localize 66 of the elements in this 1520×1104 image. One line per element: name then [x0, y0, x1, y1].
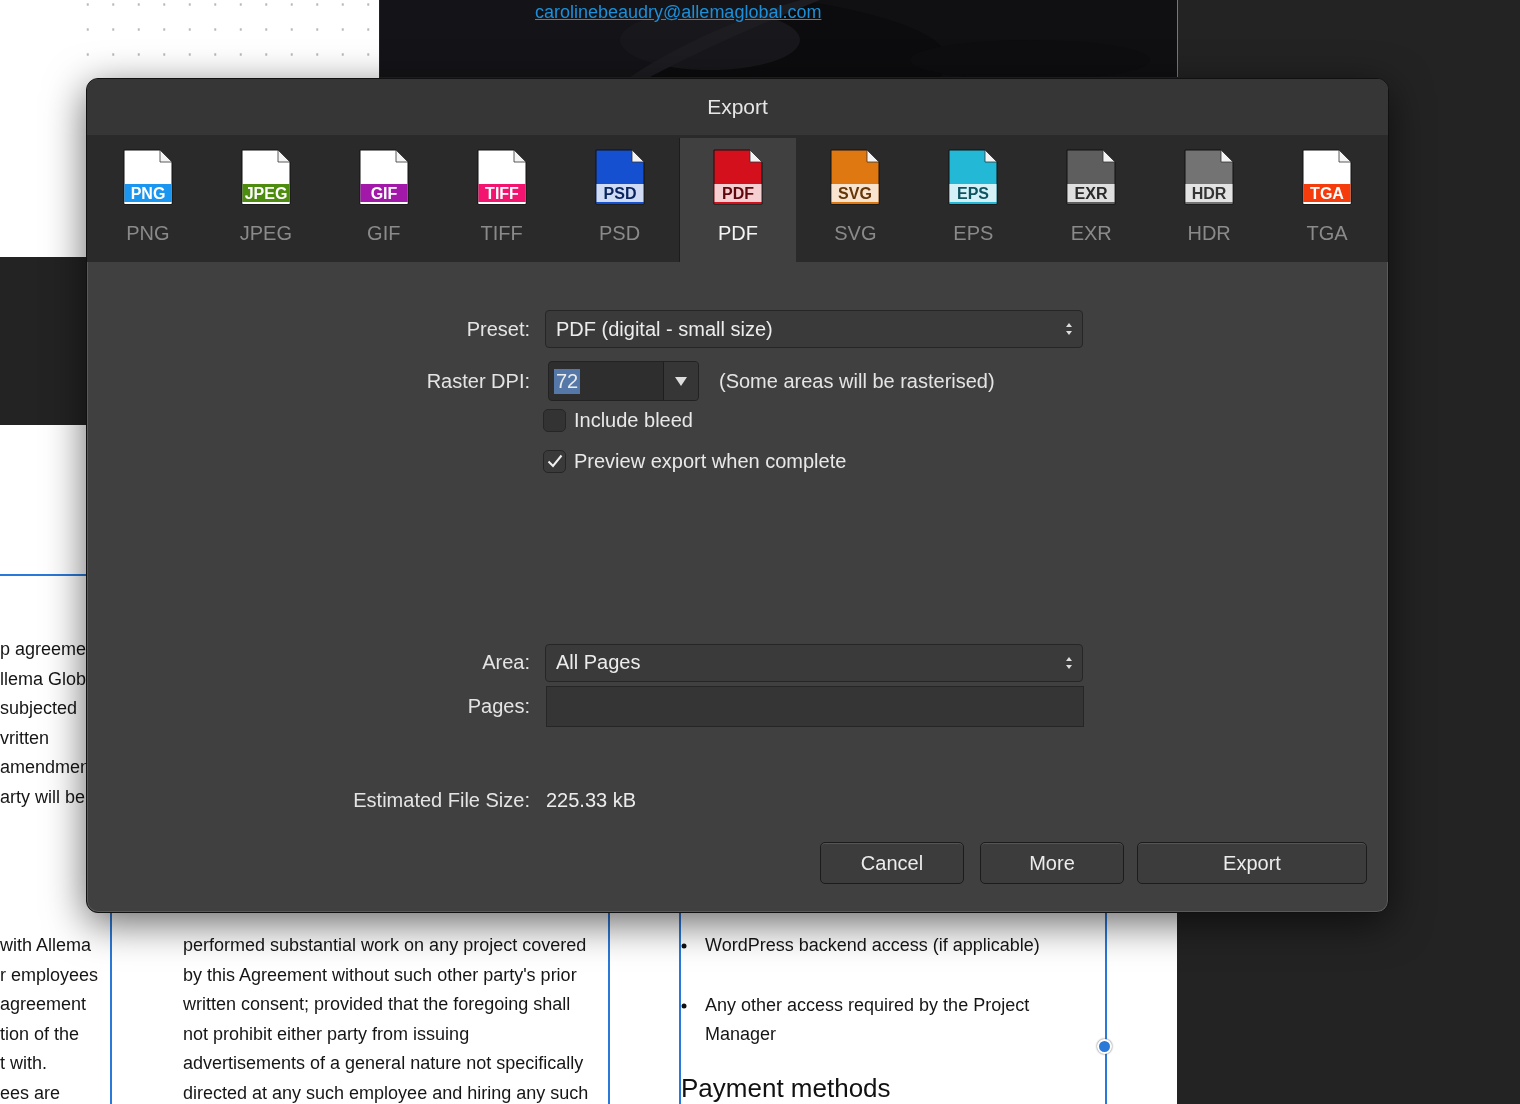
icon-label: HDR	[1191, 185, 1227, 202]
list-item-text: Any other access required by the Project Manager	[705, 993, 1031, 1047]
icon-label: TIFF	[484, 185, 519, 202]
checkbox[interactable]: Preview export when complete	[543, 449, 847, 473]
text-line: directed at any such employee and hiring any such	[183, 1081, 589, 1104]
text-line: vritten	[0, 726, 50, 750]
format-tab[interactable]: TGA TGA	[1268, 138, 1386, 262]
field-label: Estimated File Size:	[352, 788, 531, 812]
dropdown-arrow-icon	[675, 376, 687, 386]
text-line: llema Glob	[0, 667, 87, 691]
format-tab[interactable]: HDR HDR	[1150, 138, 1269, 262]
icon-label: SVG	[838, 185, 873, 202]
text-line: r employees	[0, 963, 99, 987]
cancel-button[interactable]: Cancel	[820, 842, 964, 884]
format-tab[interactable]: EXR EXR	[1032, 138, 1151, 262]
icon-label: JPEG	[244, 185, 288, 202]
bullet-icon	[681, 943, 687, 949]
icon-label: PSD	[603, 185, 637, 202]
dpi-combo-box[interactable]: 72	[548, 361, 699, 401]
pages-field[interactable]	[546, 686, 1084, 727]
updown-icon	[1066, 655, 1072, 670]
format-tab[interactable]: PNG PNG	[89, 138, 207, 262]
icon-label: PNG	[130, 185, 166, 202]
file-size-value: 225.33 kB	[546, 788, 637, 812]
more-button[interactable]: More	[980, 842, 1124, 884]
text-line: tion of the	[0, 1022, 80, 1046]
icon-label: TGA	[1310, 185, 1344, 202]
icon-label: PDF	[722, 185, 754, 202]
text-line: by this Agreement without such other party's prior	[183, 963, 578, 987]
dialog-title: Export	[707, 95, 768, 119]
format-tab[interactable]: PSD PSD	[560, 138, 679, 262]
section-heading: Payment methods	[681, 1073, 892, 1102]
format-tab[interactable]: JPEG JPEG	[206, 138, 325, 262]
text-line: not prohibit either party from issuing	[183, 1022, 471, 1046]
text-line: with Allema	[0, 934, 92, 957]
text-line: agreement	[0, 993, 87, 1017]
bullet-icon	[681, 1002, 687, 1009]
icon-label: EPS	[957, 185, 990, 202]
field-label: Raster DPI:	[425, 369, 531, 393]
text-line: performed substantial work on any project covered	[183, 934, 588, 957]
text-line: subjected	[0, 697, 78, 721]
text-line: advertisements of a general nature not specifically	[183, 1052, 585, 1076]
updown-icon	[1066, 322, 1072, 336]
icon-label: EXR	[1074, 185, 1108, 202]
export-button[interactable]: Export	[1137, 842, 1367, 884]
preset-dropdown[interactable]: PDF (digital - small size)	[545, 310, 1083, 348]
hint-text: (Some areas will be rasterised)	[719, 369, 995, 393]
format-tab[interactable]: EPS EPS	[914, 138, 1033, 262]
text-line: ees are	[0, 1081, 61, 1104]
text-line: written consent; provided that the foregoing shall	[183, 993, 572, 1017]
icon-label: GIF	[370, 185, 398, 202]
text-line: p agreeme	[0, 638, 87, 661]
field-label: Preset:	[465, 317, 531, 341]
format-tab[interactable]: TIFF TIFF	[442, 138, 561, 262]
format-tab[interactable]: PDF PDF	[678, 138, 797, 262]
text-line: arty will be	[0, 785, 86, 809]
format-tab[interactable]: SVG SVG	[796, 138, 915, 262]
text-line: t with.	[0, 1052, 47, 1076]
area-dropdown[interactable]: All Pages	[545, 643, 1083, 682]
list-item-text: WordPress backend access (if applicable)	[705, 934, 1041, 957]
checkbox[interactable]: Include bleed	[543, 408, 693, 432]
email-link[interactable]: carolinebeaudry@allemaglobal.com	[535, 2, 822, 23]
format-tab[interactable]: GIF GIF	[324, 138, 443, 262]
field-label: Area:	[481, 651, 531, 674]
checkmark-icon	[546, 454, 563, 468]
field-label: Pages:	[466, 695, 531, 718]
